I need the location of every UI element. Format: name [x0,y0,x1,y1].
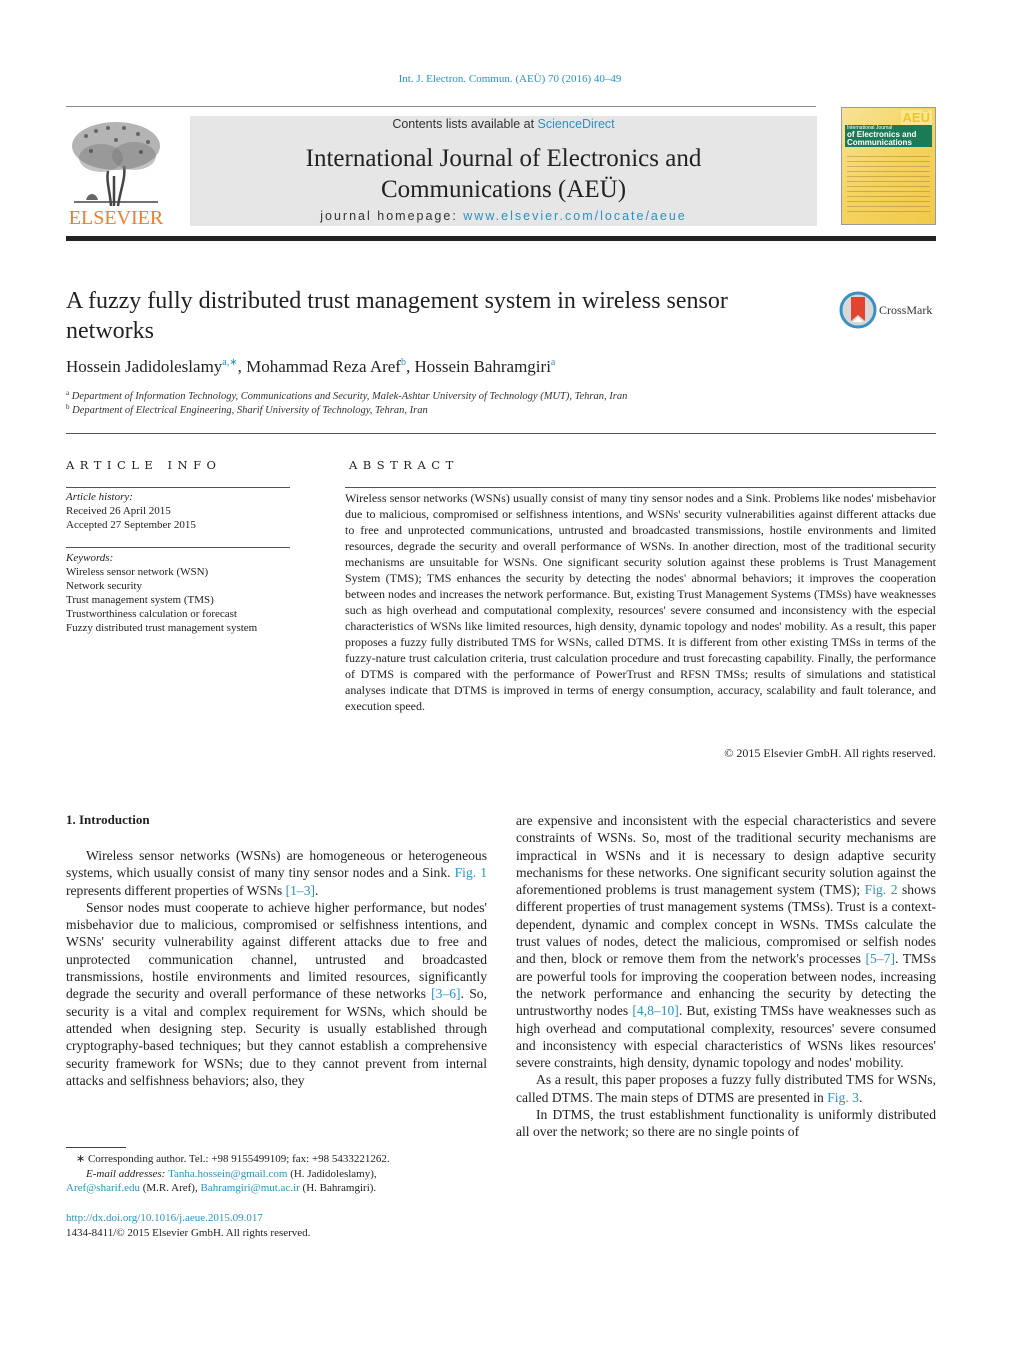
paragraph: Wireless sensor networks (WSNs) are homo… [66,848,488,898]
keyword-item: Trust management system (TMS) [66,594,214,606]
affiliation: b Department of Electrical Engineering, … [66,403,926,416]
affiliation-text: Department of Information Technology, Co… [71,391,628,402]
paragraph: As a result, this paper proposes a fuzzy… [516,1072,936,1105]
contents-prefix: Contents lists available at [392,117,538,131]
paragraph: are expensive and inconsistent with the … [516,813,937,1071]
affiliation-mark: b [66,403,70,411]
crossmark-label[interactable]: CrossMark [879,303,932,318]
keyword-item: Fuzzy distributed trust management syste… [66,622,258,634]
keywords-label: Keywords: [66,552,114,564]
body-column-left: Wireless sensor networks (WSNs) are homo… [66,847,487,1089]
journal-cover-thumbnail[interactable]: AEÜ International Journal of Electronics… [841,107,936,225]
doi-block: http://dx.doi.org/10.1016/j.aeue.2015.09… [66,1211,310,1240]
abstract-text: Wireless sensor networks (WSNs) usually … [345,491,936,713]
doi-link[interactable]: http://dx.doi.org/10.1016/j.aeue.2015.09… [66,1212,263,1224]
reference-link[interactable]: [1–3] [286,883,315,898]
body-column-right: are expensive and inconsistent with the … [516,812,936,1141]
journal-title-line-1: International Journal of Electronics and [305,145,702,172]
journal-masthead: Contents lists available at ScienceDirec… [190,116,817,226]
author-name[interactable]: Mohammad Reza Aref [246,357,401,376]
abstract-copyright: © 2015 Elsevier GmbH. All rights reserve… [724,746,936,760]
reference-link[interactable]: [3–6] [431,986,460,1001]
email-link[interactable]: Tanha.hossein@gmail.com [168,1168,287,1180]
keyword-item: Trustworthiness calculation or forecast [66,608,237,620]
received-date: Received 26 April 2015 [66,505,171,517]
keywords: Keywords: Wireless sensor network (WSN) … [66,551,266,635]
affiliation-text: Department of Electrical Engineering, Sh… [72,405,428,416]
keyword-item: Network security [66,580,143,592]
abstract-divider [345,487,936,488]
section-heading-introduction: 1. Introduction [66,812,150,827]
affiliation: a Department of Information Technology, … [66,389,926,402]
author-affiliation-mark[interactable]: a [551,357,555,368]
cover-title-band: International Journal of Electronics and… [845,125,932,147]
affiliation-mark: a [66,389,70,397]
email-line: Aref@sharif.edu (M.R. Aref), Bahramgiri@… [66,1182,377,1194]
author-affiliation-mark[interactable]: a,∗ [222,357,237,368]
cover-badge: AEÜ [900,110,932,125]
masthead-rule [66,236,936,241]
issn-line: 1434-8411/© 2015 Elsevier GmbH. All righ… [66,1226,311,1239]
cover-contents-lines [847,152,930,216]
reference-link[interactable]: [4,8–10] [632,1003,678,1018]
figure-link[interactable]: Fig. 3 [827,1090,859,1105]
accepted-date: Accepted 27 September 2015 [66,519,196,531]
email-label: E-mail addresses: [86,1167,169,1180]
figure-link[interactable]: Fig. 1 [455,865,487,880]
journal-title-line-2: Communications (AEÜ) [380,176,627,203]
email-link[interactable]: Bahramgiri@mut.ac.ir [200,1182,299,1194]
article-info-divider [66,487,290,488]
paragraph: Sensor nodes must cooperate to achieve h… [66,899,487,1088]
reference-link[interactable]: [5–7] [866,951,895,966]
sciencedirect-link[interactable]: ScienceDirect [538,117,615,131]
keywords-divider [66,547,290,548]
contents-line: Contents lists available at ScienceDirec… [190,117,817,131]
header-divider [66,106,816,107]
figure-link[interactable]: Fig. 2 [865,882,898,897]
article-history: Article history: Received 26 April 2015 … [66,490,296,532]
footnote-rule [66,1147,126,1148]
homepage-prefix: journal homepage: [320,209,464,223]
corresponding-author-line: ∗ Corresponding author. Tel.: +98 915549… [76,1153,390,1165]
paragraph: In DTMS, the trust establishment functio… [516,1107,936,1140]
email-link[interactable]: Aref@sharif.edu [66,1182,140,1194]
abstract-heading: ABSTRACT [349,458,459,472]
journal-homepage-link[interactable]: www.elsevier.com/locate/aeue [463,209,686,223]
journal-title: International Journal of Electronics and… [190,143,817,205]
author-name[interactable]: Hossein Bahramgiri [414,357,550,376]
title-divider [66,433,936,434]
article-info-heading: ARTICLE INFO [66,458,222,472]
elsevier-wordmark: ELSEVIER [68,207,164,229]
author-name[interactable]: Hossein Jadidoleslamy [66,357,222,376]
corresponding-author-footnote: ∗ Corresponding author. Tel.: +98 915549… [66,1152,496,1196]
journal-citation[interactable]: Int. J. Electron. Commun. (AEÜ) 70 (2016… [0,73,1020,85]
email-line: E-mail addresses: Tanha.hossein@gmail.co… [86,1167,377,1180]
article-title: A fuzzy fully distributed trust manageme… [66,288,728,344]
author-list: Hossein Jadidoleslamya,∗, Mohammad Reza … [66,357,556,376]
cover-line-3: Communications [847,137,912,147]
keyword-item: Wireless sensor network (WSN) [66,566,209,578]
journal-homepage-line: journal homepage: www.elsevier.com/locat… [190,209,817,223]
history-label: Article history: [66,491,133,503]
